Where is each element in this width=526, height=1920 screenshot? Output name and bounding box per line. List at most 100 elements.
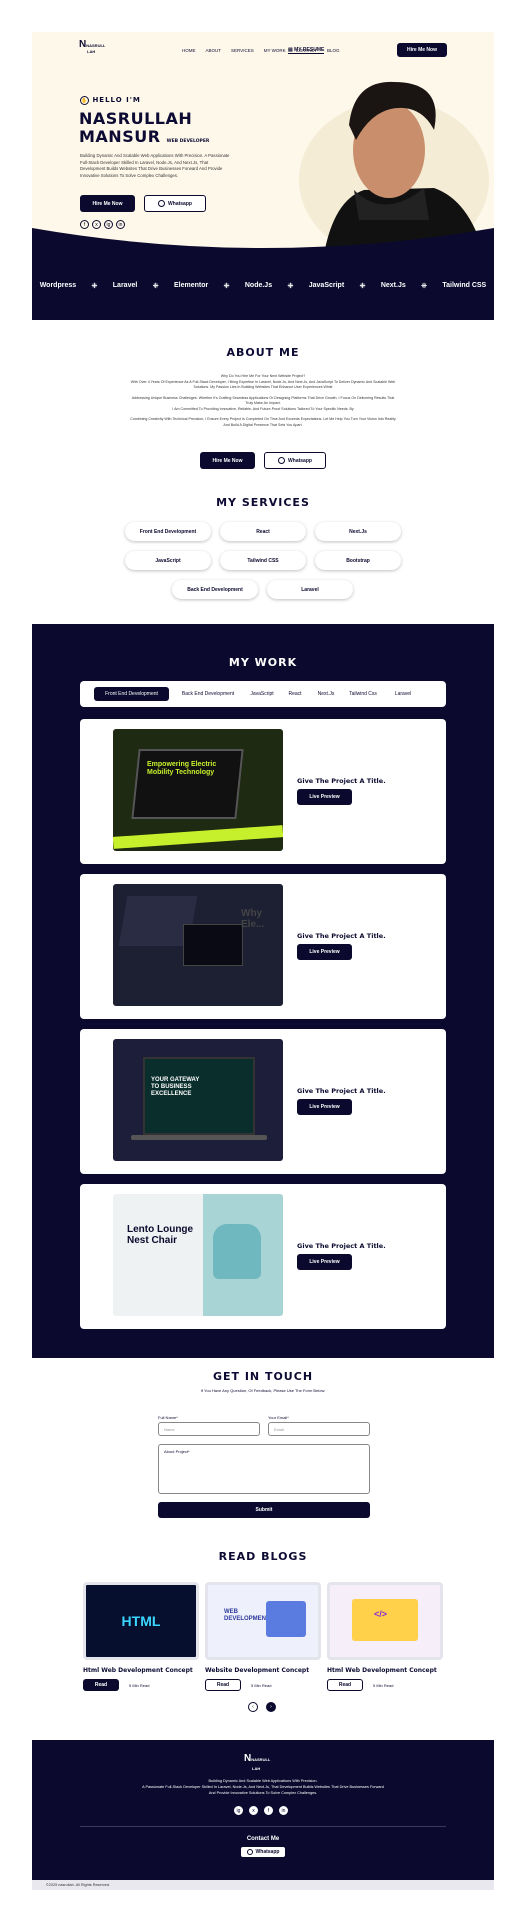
project-card: Empowering Electric Mobility Technology … (80, 719, 446, 864)
live-preview-button[interactable]: Live Preview (297, 789, 352, 805)
email-field[interactable]: Email (268, 1422, 370, 1436)
tech-item: Wordpress (39, 282, 77, 289)
services-title: MY SERVICES (216, 496, 310, 509)
about-text: Why Do You Hire Me For Your Next Website… (130, 374, 396, 427)
tech-item: JavaScript (308, 282, 345, 289)
grid-icon: ⁜ (91, 283, 98, 290)
footer-whatsapp-button[interactable]: Whatsapp (240, 1846, 286, 1858)
live-preview-button[interactable]: Live Preview (297, 1099, 352, 1115)
services-section: MY SERVICES Front End Development React … (0, 496, 526, 606)
whatsapp-icon (158, 200, 166, 207)
about-hire-button[interactable]: Hire Me Now (200, 452, 255, 469)
blog-pagination: ‹ › (248, 1702, 276, 1712)
contact-me-title: Contact Me (246, 1836, 280, 1842)
hero-whatsapp-button[interactable]: Whatsapp (144, 195, 206, 212)
footer-socials: ig x f in (234, 1806, 288, 1815)
linkedin-icon[interactable]: in (279, 1806, 288, 1815)
about-project-field[interactable]: About Project* (158, 1444, 370, 1494)
wave-icon: ✋ (80, 96, 89, 105)
blog-title: Website Development Concept (205, 1667, 310, 1674)
blog-title: Html Web Development Concept (83, 1667, 193, 1674)
contact-section: GET IN TOUCH If You Have Any Question, O… (0, 1370, 526, 1530)
whatsapp-icon (278, 457, 286, 464)
grid-icon: ⁜ (152, 283, 159, 290)
tech-item: Tailwind CSS (442, 282, 487, 289)
about-title: ABOUT ME (226, 346, 300, 359)
nav-my-work[interactable]: MY WORK (264, 48, 286, 53)
copyright-bar: ©2025 nasrullah. All Rights Reserved. (32, 1880, 494, 1890)
nav-about[interactable]: ABOUT (206, 48, 222, 53)
about-whatsapp-button[interactable]: Whatsapp (264, 452, 326, 469)
blog-thumbnail: HTML (83, 1582, 199, 1660)
grid-icon: ⁜ (359, 283, 366, 290)
tab-back-end[interactable]: Back End Development (176, 687, 240, 701)
tech-bar: Wordpress ⁜ Laravel ⁜ Elementor ⁜ Node.Js ⁜ … (32, 254, 494, 320)
project-thumbnail: Why Ele... (113, 884, 283, 1006)
service-pill[interactable]: React (220, 522, 306, 541)
project-thumbnail: YOUR GATEWAY TO BUSINESS EXCELLENCE (113, 1039, 283, 1161)
read-button[interactable]: Read (83, 1679, 119, 1691)
tab-nextjs[interactable]: Next.Js (312, 687, 340, 701)
service-pill[interactable]: Front End Development (125, 522, 211, 541)
project-thumbnail: Empowering Electric Mobility Technology (113, 729, 283, 851)
blog-title: Html Web Development Concept (327, 1667, 437, 1674)
service-pill[interactable]: Back End Development (172, 580, 258, 599)
service-pill[interactable]: Laravel (267, 580, 353, 599)
project-card: Why Ele... Give The Project A Title. Liv… (80, 874, 446, 1019)
footer-logo[interactable]: NNASRULL LAH (244, 1754, 270, 1772)
name-field[interactable]: Name (158, 1422, 260, 1436)
tab-tailwind[interactable]: Tailwind Css (343, 687, 383, 701)
email-label: Your Email* (268, 1415, 289, 1420)
blogs-title: READ BLOGS (218, 1550, 308, 1563)
hero-wave (32, 228, 494, 254)
service-pill[interactable]: Tailwind CSS (220, 551, 306, 570)
hero-hire-button[interactable]: Hire Me Now (80, 195, 135, 212)
project-title: Give The Project A Title. (297, 777, 386, 785)
grid-icon: ⁜ (421, 283, 427, 290)
chevron-left-icon[interactable]: ‹ (248, 1702, 258, 1712)
submit-button[interactable]: Submit (158, 1502, 370, 1518)
tab-react[interactable]: React (283, 687, 307, 701)
resume-link[interactable]: ▤ MY RESUME (288, 47, 325, 54)
work-title: MY WORK (228, 656, 298, 669)
nav-blog[interactable]: BLOG (327, 48, 340, 53)
facebook-icon[interactable]: f (264, 1806, 273, 1815)
chevron-right-icon[interactable]: › (266, 1702, 276, 1712)
project-thumbnail: Lento Lounge Nest Chair (113, 1194, 283, 1316)
instagram-icon[interactable]: ig (234, 1806, 243, 1815)
live-preview-button[interactable]: Live Preview (297, 1254, 352, 1270)
project-card: YOUR GATEWAY TO BUSINESS EXCELLENCE Give… (80, 1029, 446, 1174)
blog-card: WEB DEVELOPMENT Website Development Conc… (205, 1582, 321, 1691)
read-button[interactable]: Read (205, 1679, 241, 1691)
service-pill[interactable]: Next.Js (315, 522, 401, 541)
read-button[interactable]: Read (327, 1679, 363, 1691)
tech-item: Node.Js (244, 282, 273, 289)
project-title: Give The Project A Title. (297, 932, 386, 940)
service-pill[interactable]: Bootstrap (315, 551, 401, 570)
read-time: 5 Min Read (251, 1682, 272, 1688)
project-title: Give The Project A Title. (297, 1242, 386, 1250)
live-preview-button[interactable]: Live Preview (297, 944, 352, 960)
project-card: Lento Lounge Nest Chair Give The Project… (80, 1184, 446, 1329)
header-hire-button[interactable]: Hire Me Now (397, 43, 447, 57)
project-title: Give The Project A Title. (297, 1087, 386, 1095)
tab-front-end[interactable]: Front End Development (94, 687, 169, 701)
tab-javascript[interactable]: JavaScript (244, 687, 280, 701)
service-pill[interactable]: JavaScript (125, 551, 211, 570)
hero-portrait (299, 81, 489, 254)
tech-item: Elementor (173, 282, 209, 289)
contact-title: GET IN TOUCH (212, 1370, 314, 1383)
blog-thumbnail: </> (327, 1582, 443, 1660)
hello-tag: ✋ HELLO I'M (80, 96, 141, 105)
nav-home[interactable]: HOME (182, 48, 196, 53)
nav-services[interactable]: SERVICES (231, 48, 254, 53)
tab-laravel[interactable]: Laravel (386, 687, 420, 701)
tech-item: Laravel (112, 282, 138, 289)
work-tabs: Front End Development Back End Developme… (80, 681, 446, 707)
footer-description: Building Dynamic And Scalable Web Applic… (142, 1779, 384, 1795)
x-icon[interactable]: x (249, 1806, 258, 1815)
footer: NNASRULL LAH Building Dynamic And Scalabl… (32, 1740, 494, 1880)
hero-section: NNASRULL LAH HOME ABOUT SERVICES MY WORK … (32, 32, 494, 254)
logo[interactable]: NNASRULL LAH (79, 40, 105, 55)
read-time: 5 Min Read (373, 1682, 394, 1688)
